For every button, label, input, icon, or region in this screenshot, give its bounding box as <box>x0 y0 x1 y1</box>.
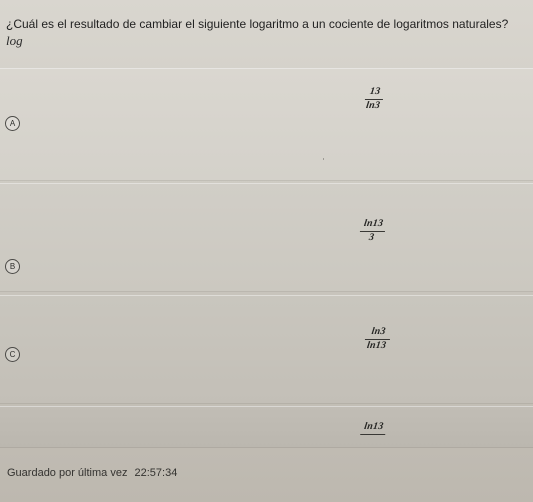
numerator-option-d: ln13 <box>363 421 385 432</box>
denominator-option-b: 3 <box>368 232 375 243</box>
question-text: ¿Cuál es el resultado de cambiar el sigu… <box>6 17 509 31</box>
radio-option-b[interactable]: B <box>5 259 20 274</box>
fraction-option-b: ln13 3 <box>358 218 386 243</box>
last-saved-time: 22:57:34 <box>134 467 178 479</box>
numerator-option-a: 13 <box>369 86 382 97</box>
numerator-option-b: ln13 <box>363 218 384 229</box>
fraction-option-a: 13 ln3 <box>363 86 384 111</box>
radio-option-a[interactable]: A <box>5 116 20 131</box>
option-letter-b: B <box>9 261 16 271</box>
fraction-option-c: ln3 ln13 <box>363 326 391 351</box>
answer-option-a[interactable]: A 13 ln3 <box>0 68 533 181</box>
answer-option-b[interactable]: B ln13 3 <box>0 183 533 292</box>
last-saved-label: Guardado por última vez <box>7 467 128 479</box>
numerator-option-c: ln3 <box>370 326 387 337</box>
question-expression: log <box>6 33 23 48</box>
answer-option-c[interactable]: C ln3 ln13 <box>0 295 533 404</box>
fraction-option-d: ln13 <box>360 421 387 436</box>
last-saved-status: Guardado por última vez 22:57:34 <box>7 466 177 480</box>
fraction-bar-option-d <box>360 434 386 435</box>
option-letter-c: C <box>9 349 16 359</box>
screen-speck <box>323 158 324 160</box>
denominator-option-a: ln3 <box>365 100 381 111</box>
option-letter-a: A <box>9 118 16 128</box>
quiz-page: ¿Cuál es el resultado de cambiar el sigu… <box>0 0 533 502</box>
answer-option-d[interactable]: ln13 <box>0 406 533 448</box>
denominator-option-c: ln13 <box>366 340 387 351</box>
radio-option-c[interactable]: C <box>5 347 20 362</box>
